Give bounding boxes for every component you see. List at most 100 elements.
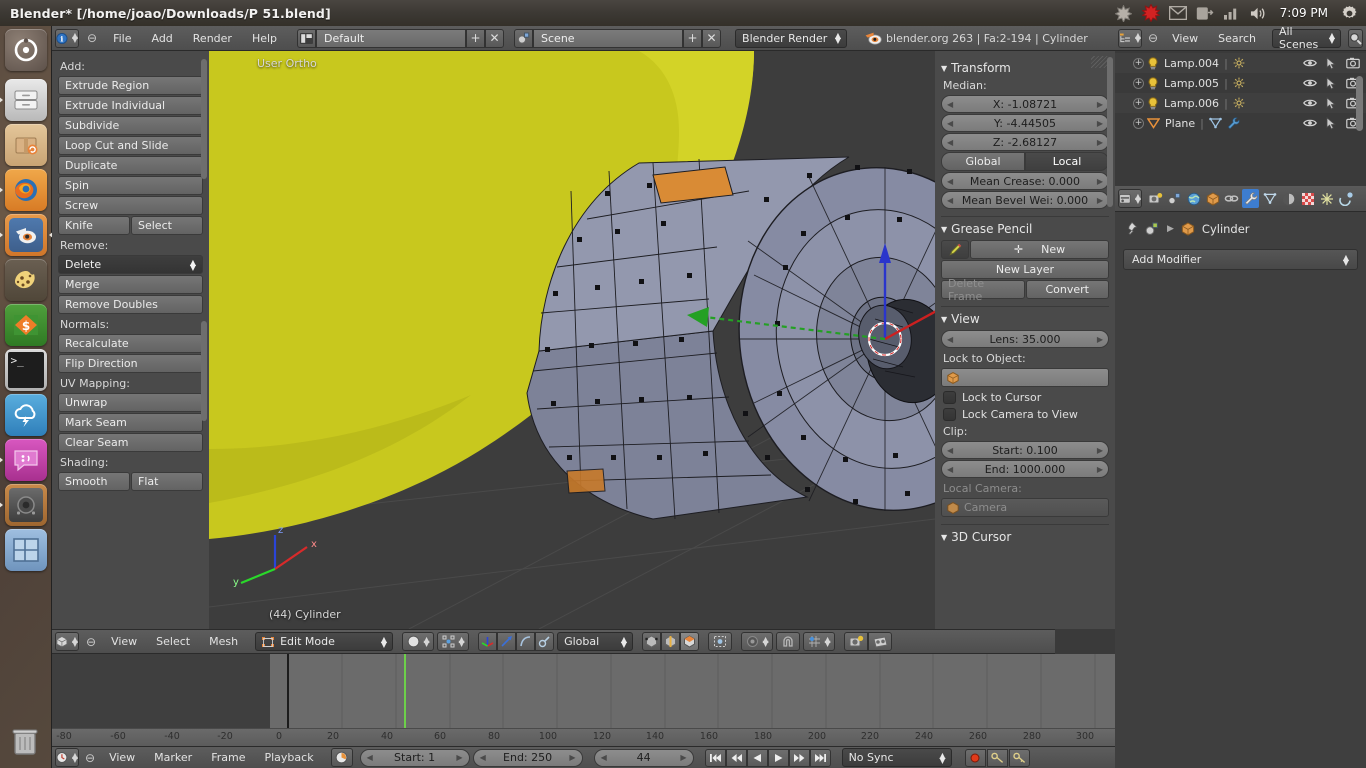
signal-icon[interactable] bbox=[1223, 4, 1241, 22]
play-reverse-icon[interactable] bbox=[747, 749, 768, 767]
grease-pencil-new-button[interactable]: ✛ New bbox=[970, 240, 1109, 259]
outliner-row-lamp-006[interactable]: + Lamp.006 | bbox=[1115, 93, 1366, 113]
transform-panel-header[interactable]: ▼ Transform bbox=[941, 61, 1109, 75]
step-back-icon[interactable] bbox=[726, 749, 747, 767]
cursor-icon[interactable] bbox=[1326, 77, 1337, 90]
chevron-left-icon[interactable]: ◀ bbox=[947, 100, 953, 109]
amp-icon[interactable] bbox=[5, 484, 47, 526]
delete-frame-button[interactable]: Delete Frame bbox=[941, 280, 1025, 299]
outliner-row-lamp-004[interactable]: + Lamp.004 | bbox=[1115, 53, 1366, 73]
manipulator-extra-icon[interactable] bbox=[535, 632, 554, 651]
eye-icon[interactable] bbox=[1303, 98, 1317, 108]
menu-file[interactable]: File bbox=[105, 29, 139, 48]
mesh-data-icon[interactable] bbox=[1209, 117, 1222, 129]
tool-mark-seam[interactable]: Mark Seam bbox=[58, 413, 203, 432]
info-editor-icon[interactable]: i ▲▼ bbox=[55, 29, 79, 48]
delete-screen-button[interactable]: ✕ bbox=[485, 29, 504, 48]
editor-type-spinner[interactable]: ▲▼ bbox=[72, 638, 78, 646]
menu-help[interactable]: Help bbox=[244, 29, 285, 48]
tool-shade-smooth[interactable]: Smooth bbox=[58, 472, 130, 491]
screen-layout-field[interactable]: Default bbox=[316, 29, 466, 48]
tool-flip-direction[interactable]: Flip Direction bbox=[58, 354, 203, 373]
chevron-left-icon[interactable]: ◀ bbox=[947, 196, 953, 205]
collapse-menu-icon[interactable]: ⊖ bbox=[82, 635, 100, 649]
chevron-left-icon[interactable]: ◀ bbox=[601, 753, 607, 762]
opengl-render-icon[interactable] bbox=[844, 632, 868, 651]
software-center-icon[interactable] bbox=[5, 124, 47, 166]
lamp-data-icon[interactable] bbox=[1233, 77, 1245, 89]
timeline-playhead[interactable] bbox=[404, 654, 406, 728]
camera-icon[interactable] bbox=[1346, 57, 1360, 69]
tool-recalculate[interactable]: Recalculate bbox=[58, 334, 203, 353]
add-modifier-dropdown[interactable]: Add Modifier ▲▼ bbox=[1123, 249, 1358, 270]
frame-end-field[interactable]: ◀ End: 250 ▶ bbox=[473, 749, 583, 767]
sync-mode-dropdown[interactable]: No Sync ▲▼ bbox=[842, 748, 952, 767]
asterisk-icon[interactable] bbox=[1115, 4, 1133, 22]
chevron-right-icon[interactable]: ▶ bbox=[1097, 100, 1103, 109]
render-engine-dropdown[interactable]: Blender Render ▲▼ bbox=[735, 29, 847, 48]
texture-tab[interactable] bbox=[1299, 189, 1316, 208]
lock-to-cursor-row[interactable]: Lock to Cursor bbox=[943, 391, 1109, 404]
key-icon[interactable] bbox=[1009, 749, 1030, 767]
outliner-row-lamp-005[interactable]: + Lamp.005 | bbox=[1115, 73, 1366, 93]
magnet-icon[interactable] bbox=[776, 632, 800, 651]
collapse-menu-icon[interactable]: ⊖ bbox=[83, 31, 101, 45]
data-tab[interactable] bbox=[1261, 189, 1278, 208]
pin-icon[interactable] bbox=[1123, 221, 1138, 236]
timeline-editor-icon[interactable]: ▲▼ bbox=[55, 748, 79, 767]
timeline-menu-view[interactable]: View bbox=[101, 748, 143, 767]
lock-camera-to-view-row[interactable]: Lock Camera to View bbox=[943, 408, 1109, 421]
mean-bevel-weight-field[interactable]: ◀ Mean Bevel Wei: 0.000 ▶ bbox=[941, 191, 1109, 209]
vertex-select-icon[interactable] bbox=[642, 632, 661, 651]
chevron-right-icon[interactable]: ▶ bbox=[569, 753, 575, 762]
chevron-left-icon[interactable]: ◀ bbox=[947, 335, 953, 344]
outliner-display-mode-dropdown[interactable]: All Scenes ▲▼ bbox=[1272, 29, 1341, 48]
tool-remove-doubles[interactable]: Remove Doubles bbox=[58, 295, 203, 314]
render-tab[interactable] bbox=[1147, 189, 1164, 208]
3d-viewport[interactable]: z x y User Ortho (44) Cylinder bbox=[209, 51, 935, 629]
editor-type-spinner[interactable]: ▲▼ bbox=[1135, 195, 1141, 203]
chevron-updown-icon[interactable]: ▲▼ bbox=[825, 638, 831, 646]
limit-to-visible-icon[interactable] bbox=[708, 632, 732, 651]
grease-pencil-panel-header[interactable]: ▼ Grease Pencil bbox=[941, 222, 1109, 236]
modifier-tab[interactable] bbox=[1242, 189, 1259, 208]
tool-loop-cut-and-slide[interactable]: Loop Cut and Slide bbox=[58, 136, 203, 155]
cursor-icon[interactable] bbox=[1326, 117, 1337, 130]
transform-orientation-dropdown[interactable]: Global ▲▼ bbox=[557, 632, 633, 651]
outliner-row-plane[interactable]: + Plane | bbox=[1115, 113, 1366, 133]
eye-icon[interactable] bbox=[1303, 78, 1317, 88]
clip-start-field[interactable]: ◀ Start: 0.100 ▶ bbox=[941, 441, 1109, 459]
scene-field[interactable]: Scene bbox=[533, 29, 683, 48]
tool-spin[interactable]: Spin bbox=[58, 176, 203, 195]
chevron-left-icon[interactable]: ◀ bbox=[947, 465, 953, 474]
window-app-icon[interactable] bbox=[5, 529, 47, 571]
ubuntu-dash-icon[interactable] bbox=[5, 29, 47, 71]
chevron-right-icon[interactable]: ▶ bbox=[1097, 196, 1103, 205]
chevron-left-icon[interactable]: ◀ bbox=[947, 119, 953, 128]
collapse-menu-icon[interactable]: ⊖ bbox=[1146, 31, 1160, 45]
grease-pencil-icon[interactable] bbox=[941, 240, 969, 259]
timeline-ruler[interactable]: -80 -60 -40 -20 0 20 40 60 80 100 120 14… bbox=[52, 728, 1115, 746]
median-z-field[interactable]: ◀ Z: -2.68127 ▶ bbox=[941, 133, 1109, 151]
terminal-icon[interactable]: >_ bbox=[5, 349, 47, 391]
timeline-menu-playback[interactable]: Playback bbox=[256, 748, 321, 767]
transform-space-local[interactable]: Local bbox=[1025, 152, 1109, 171]
toolshelf-scrollbar-2[interactable] bbox=[201, 321, 207, 421]
editor-type-spinner[interactable]: ▲▼ bbox=[72, 34, 78, 42]
opengl-render-anim-icon[interactable] bbox=[868, 632, 892, 651]
outliner-menu-search[interactable]: Search bbox=[1210, 29, 1264, 48]
lock-camera-to-view-checkbox[interactable] bbox=[943, 408, 956, 421]
tool-duplicate[interactable]: Duplicate bbox=[58, 156, 203, 175]
tool-merge[interactable]: Merge bbox=[58, 275, 203, 294]
battery-icon[interactable] bbox=[1196, 4, 1214, 22]
editor-type-spinner[interactable]: ▲▼ bbox=[72, 754, 78, 762]
menu-add[interactable]: Add bbox=[143, 29, 180, 48]
delete-scene-button[interactable]: ✕ bbox=[702, 29, 721, 48]
editor-type-spinner[interactable]: ▲▼ bbox=[1135, 34, 1141, 42]
cookie-app-icon[interactable] bbox=[5, 259, 47, 301]
tool-extrude-region[interactable]: Extrude Region bbox=[58, 76, 203, 95]
lock-to-cursor-checkbox[interactable] bbox=[943, 391, 956, 404]
outliner-editor-icon[interactable]: ▲▼ bbox=[1118, 29, 1142, 48]
mean-crease-field[interactable]: ◀ Mean Crease: 0.000 ▶ bbox=[941, 172, 1109, 190]
tool-screw[interactable]: Screw bbox=[58, 196, 203, 215]
